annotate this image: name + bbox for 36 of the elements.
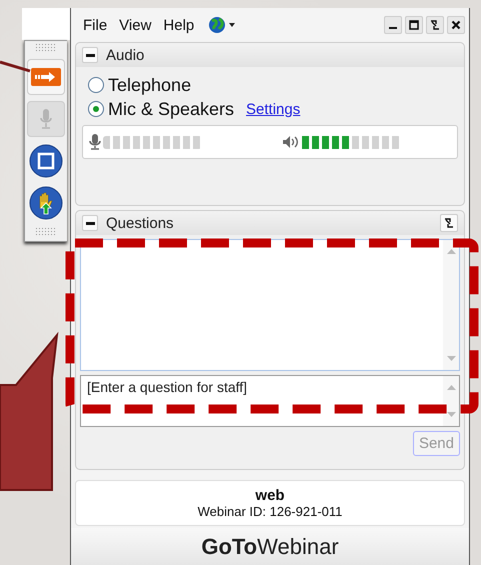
- brand-logo: GoToWebinar: [201, 534, 339, 560]
- popout-icon: [444, 218, 454, 228]
- maximize-icon: [409, 20, 419, 30]
- minus-icon: [86, 222, 94, 224]
- microphone-icon: [89, 134, 101, 150]
- popout-button[interactable]: [440, 214, 458, 232]
- collapse-button[interactable]: [82, 47, 98, 63]
- maximize-button[interactable]: [405, 16, 423, 34]
- section-title: Questions: [106, 214, 175, 232]
- radio-button[interactable]: [88, 77, 104, 93]
- microphone-icon: [39, 108, 53, 130]
- minus-icon: [86, 54, 94, 56]
- close-button[interactable]: [447, 16, 465, 34]
- raise-hand-button[interactable]: [28, 185, 64, 221]
- collapse-button[interactable]: [82, 215, 98, 231]
- radio-label[interactable]: Mic & Speakers: [108, 98, 234, 120]
- minimize-button[interactable]: [384, 16, 402, 34]
- menu-item[interactable]: File: [83, 16, 108, 34]
- raise-hand-icon: [29, 186, 63, 220]
- popout-icon: [430, 20, 440, 30]
- popout-button[interactable]: [426, 16, 444, 34]
- language-menu[interactable]: [208, 16, 236, 34]
- radio-button[interactable]: [88, 101, 104, 117]
- close-icon: [451, 20, 461, 30]
- section-title: Audio: [106, 46, 146, 64]
- webinar-title: web: [255, 487, 285, 504]
- screen-button[interactable]: [28, 143, 64, 179]
- radio-label[interactable]: Telephone: [108, 74, 192, 96]
- menu-item[interactable]: Help: [163, 16, 194, 34]
- settings-link[interactable]: Settings: [246, 100, 300, 118]
- leader-line: [0, 60, 30, 72]
- show-panel-button[interactable]: [27, 59, 65, 95]
- speaker-icon: [282, 135, 300, 149]
- webinar-id: Webinar ID: 126-921-011: [198, 504, 342, 519]
- menu-item[interactable]: View: [119, 16, 152, 34]
- minimize-icon: [389, 27, 397, 29]
